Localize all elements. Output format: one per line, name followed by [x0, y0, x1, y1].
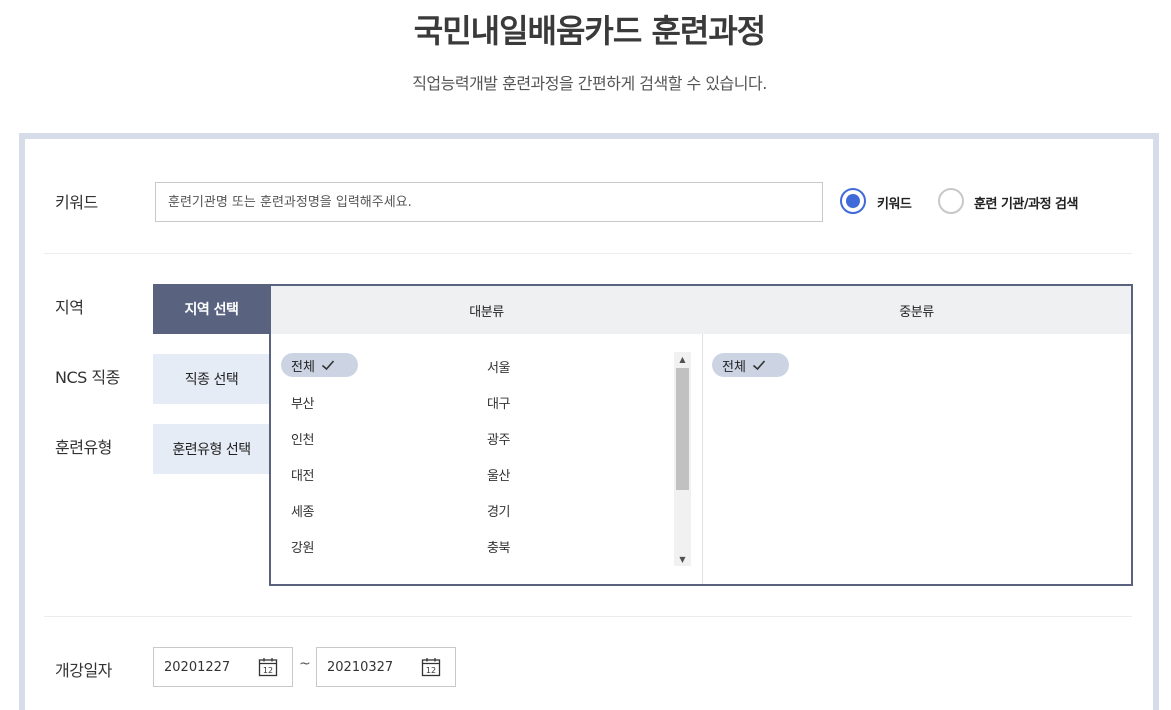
- region-label: 지역: [55, 298, 84, 317]
- calendar-day: 12: [426, 666, 436, 675]
- date-separator: ~: [299, 656, 311, 672]
- panel-column-divider: [702, 334, 703, 584]
- check-icon: [321, 360, 335, 371]
- calendar-icon[interactable]: 12: [421, 657, 441, 677]
- tab-region-select[interactable]: 지역 선택: [153, 284, 270, 334]
- minor-category-header: 중분류: [702, 286, 1131, 334]
- divider-bottom: [44, 616, 1132, 617]
- keyword-input[interactable]: [155, 182, 823, 222]
- region-item-gangwon[interactable]: 강원: [291, 537, 314, 556]
- start-date-label: 개강일자: [55, 661, 112, 680]
- end-date-value: 20210327: [327, 659, 394, 675]
- keyword-label: 키워드: [55, 193, 98, 212]
- calendar-day: 12: [263, 666, 273, 675]
- major-category-header: 대분류: [271, 286, 702, 334]
- training-type-label: 훈련유형: [55, 438, 112, 457]
- radio-institution-course[interactable]: [938, 188, 964, 214]
- region-item-daejeon[interactable]: 대전: [291, 465, 314, 484]
- divider-top: [44, 253, 1132, 254]
- tab-training-type-select[interactable]: 훈련유형 선택: [153, 424, 270, 474]
- check-icon: [752, 360, 766, 371]
- tab-job-select[interactable]: 직종 선택: [153, 354, 270, 404]
- region-panel: 대분류 중분류: [269, 284, 1133, 586]
- page-title: 국민내일배움카드 훈련과정: [413, 12, 766, 50]
- major-list-scrollbar[interactable]: ▲ ▼: [674, 352, 691, 566]
- ncs-label: NCS 직종: [55, 368, 120, 387]
- chip-label: 전체: [722, 359, 746, 375]
- region-item-busan[interactable]: 부산: [291, 393, 314, 412]
- calendar-icon[interactable]: 12: [258, 657, 278, 677]
- region-chip-all[interactable]: 전체: [281, 353, 358, 377]
- subregion-chip-all[interactable]: 전체: [712, 353, 789, 377]
- region-item-chungbuk[interactable]: 충북: [487, 537, 510, 556]
- end-date-field[interactable]: 20210327 12: [316, 647, 456, 687]
- radio-keyword-label[interactable]: 키워드: [877, 193, 912, 212]
- page-subtitle: 직업능력개발 훈련과정을 간편하게 검색할 수 있습니다.: [412, 74, 767, 93]
- scroll-down-arrow-icon[interactable]: ▼: [674, 552, 691, 566]
- start-date-value: 20201227: [164, 659, 231, 675]
- region-item-seoul[interactable]: 서울: [487, 357, 510, 376]
- region-item-sejong[interactable]: 세종: [291, 501, 314, 520]
- scroll-up-arrow-icon[interactable]: ▲: [674, 352, 691, 366]
- region-item-ulsan[interactable]: 울산: [487, 465, 510, 484]
- region-item-gwangju[interactable]: 광주: [487, 429, 510, 448]
- region-item-gyeonggi[interactable]: 경기: [487, 501, 510, 520]
- start-date-field[interactable]: 20201227 12: [153, 647, 293, 687]
- radio-institution-course-label[interactable]: 훈련 기관/과정 검색: [974, 193, 1078, 212]
- scroll-thumb[interactable]: [676, 368, 689, 490]
- region-item-daegu[interactable]: 대구: [487, 393, 510, 412]
- radio-keyword[interactable]: [840, 188, 866, 214]
- chip-label: 전체: [291, 359, 315, 375]
- region-item-incheon[interactable]: 인천: [291, 429, 314, 448]
